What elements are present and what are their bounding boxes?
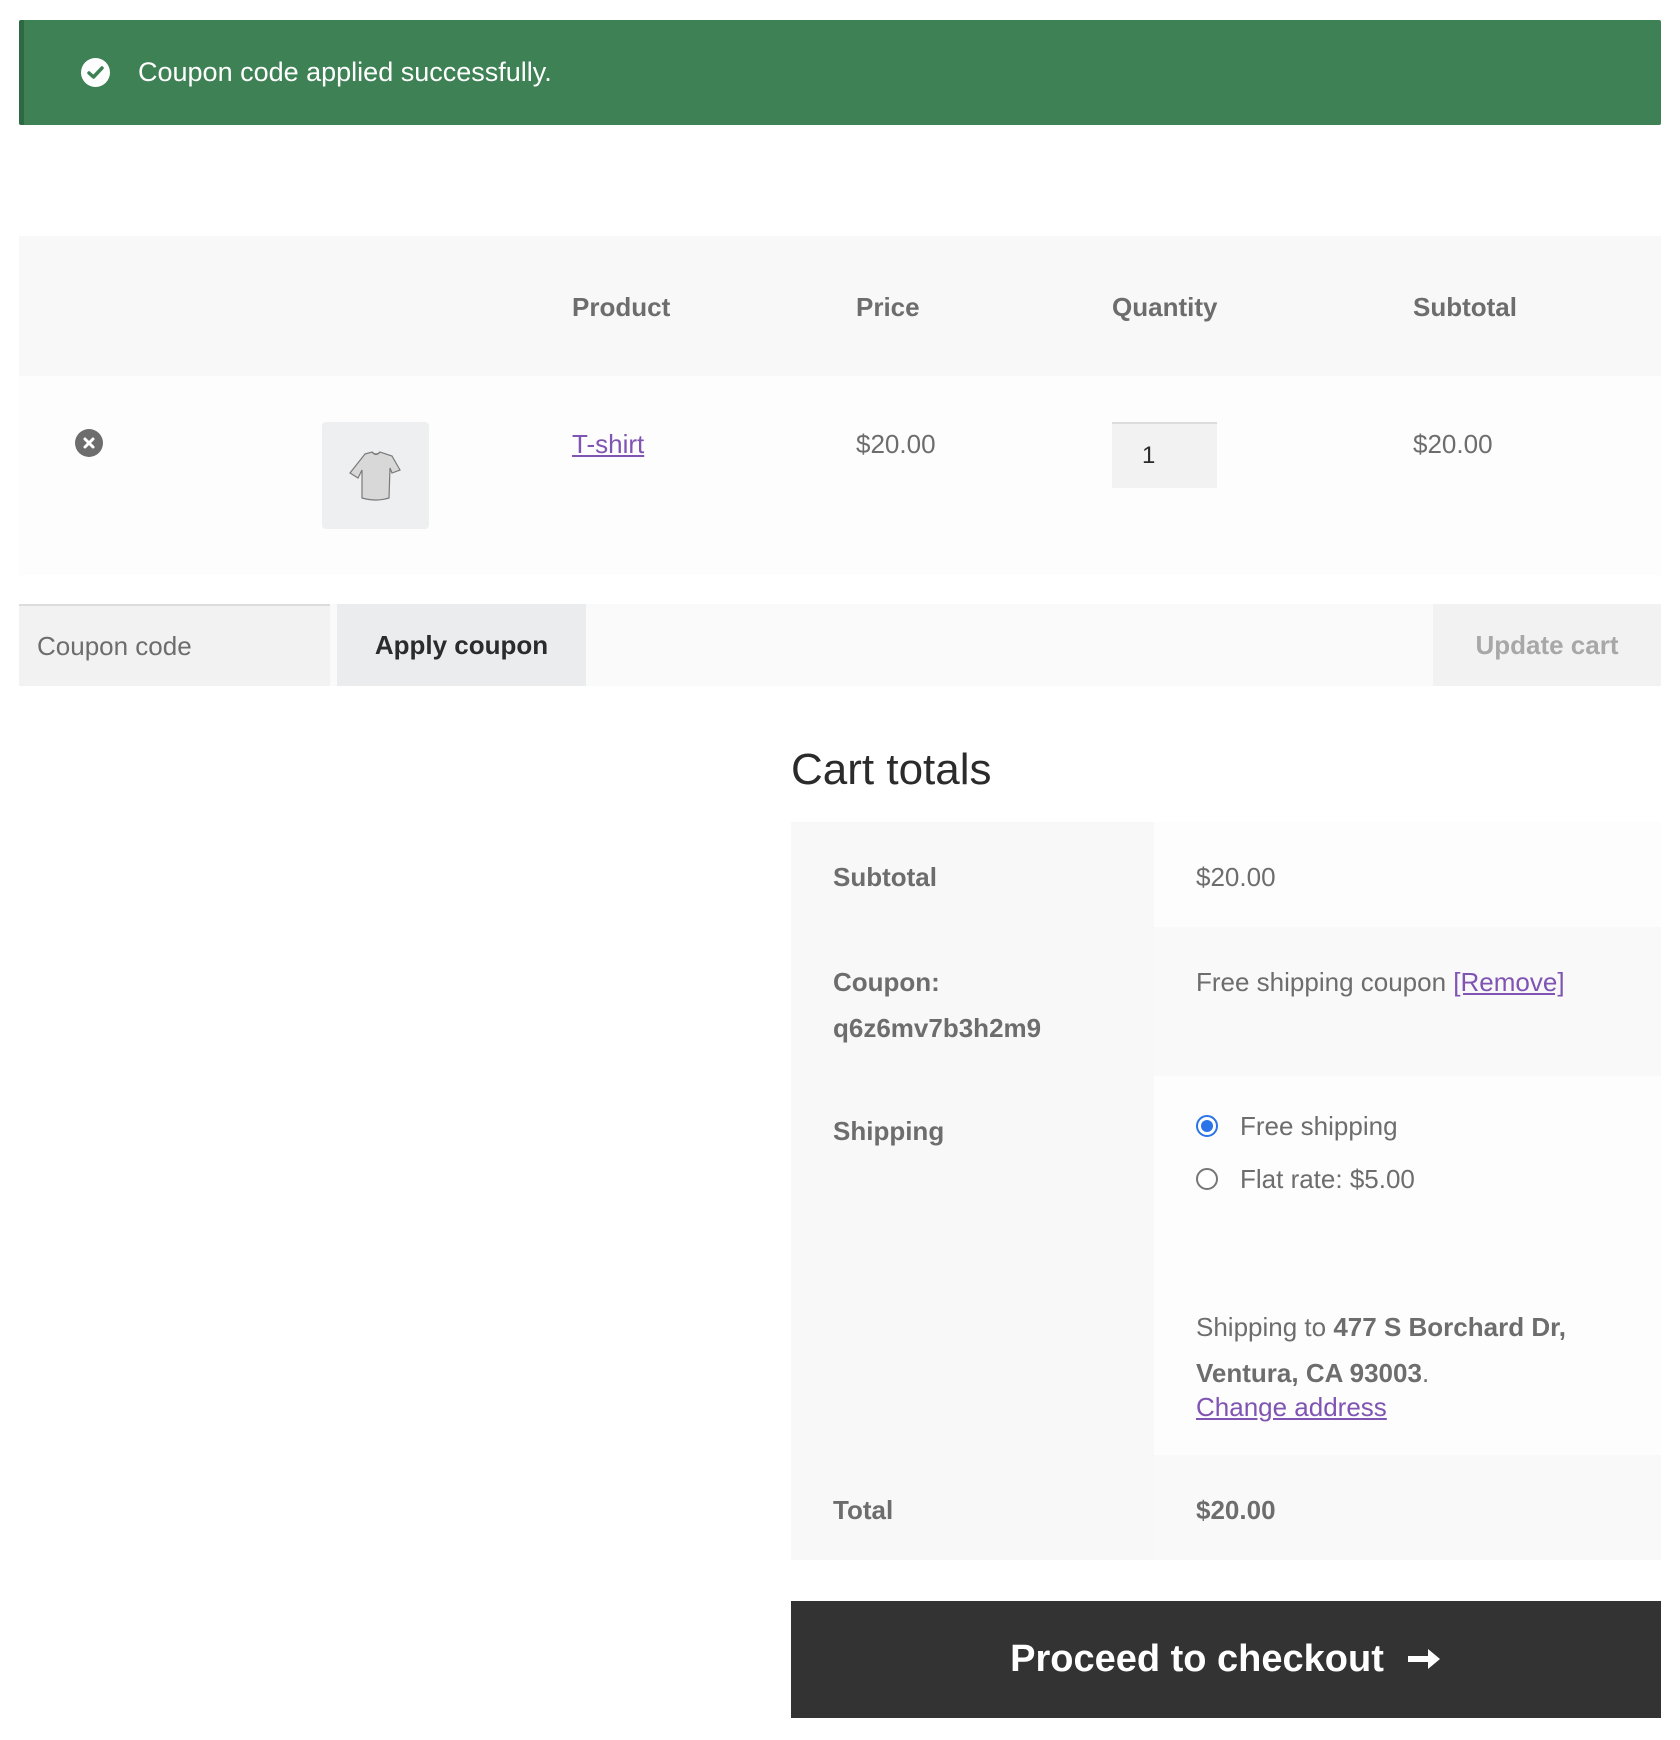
shipping-destination: Shipping to 477 S Borchard Dr, Ventura, … (1196, 1312, 1566, 1388)
total-label: Total (833, 1495, 894, 1525)
totals-row-total: Total $20.00 (791, 1455, 1661, 1560)
change-address-link[interactable]: Change address (1196, 1384, 1387, 1430)
column-header-product: Product (572, 292, 671, 322)
subtotal-value: $20.00 (1196, 862, 1276, 892)
coupon-value: Free shipping coupon [Remove] (1196, 967, 1565, 997)
coupon-code-input[interactable] (19, 604, 330, 686)
notice-message: Coupon code applied successfully. (138, 57, 552, 87)
shipping-label: Shipping (833, 1116, 945, 1146)
cart-actions: Apply coupon Update cart (19, 604, 1661, 686)
totals-row-shipping: Shipping Free shipping Flat rate: $5.00 … (791, 1076, 1661, 1455)
success-notice: Coupon code applied successfully. (19, 20, 1661, 125)
total-value: $20.00 (1196, 1495, 1276, 1525)
apply-coupon-button[interactable]: Apply coupon (337, 604, 586, 686)
remove-item-icon[interactable] (75, 429, 103, 457)
product-price: $20.00 (856, 429, 936, 459)
subtotal-label: Subtotal (833, 862, 937, 892)
cart-item-row: T-shirt $20.00 $20.00 (19, 376, 1661, 575)
totals-row-coupon: Coupon: q6z6mv7b3h2m9 Free shipping coupo… (791, 927, 1661, 1076)
remove-coupon-link[interactable]: [Remove] (1453, 967, 1564, 997)
column-header-subtotal: Subtotal (1413, 292, 1517, 322)
free-shipping-radio[interactable] (1196, 1115, 1218, 1137)
product-subtotal: $20.00 (1413, 429, 1493, 459)
flat-rate-radio[interactable] (1196, 1168, 1218, 1190)
proceed-to-checkout-button[interactable]: Proceed to checkout (791, 1601, 1661, 1718)
column-header-quantity: Quantity (1112, 292, 1218, 322)
cart-totals-title: Cart totals (791, 745, 992, 794)
check-circle-icon (81, 58, 110, 87)
coupon-label: Coupon: q6z6mv7b3h2m9 (833, 967, 1042, 1043)
t-shirt-image (349, 451, 401, 501)
cart-table-header: Product Price Quantity Subtotal (19, 236, 1661, 376)
quantity-input[interactable] (1112, 422, 1217, 488)
coupon-code: q6z6mv7b3h2m9 (833, 1013, 1042, 1043)
product-thumbnail[interactable] (322, 422, 429, 529)
arrow-right-icon (1406, 1638, 1442, 1681)
product-link[interactable]: T-shirt (572, 426, 644, 462)
totals-row-subtotal: Subtotal $20.00 (791, 822, 1661, 927)
update-cart-button[interactable]: Update cart (1433, 604, 1661, 686)
column-header-price: Price (856, 292, 920, 322)
